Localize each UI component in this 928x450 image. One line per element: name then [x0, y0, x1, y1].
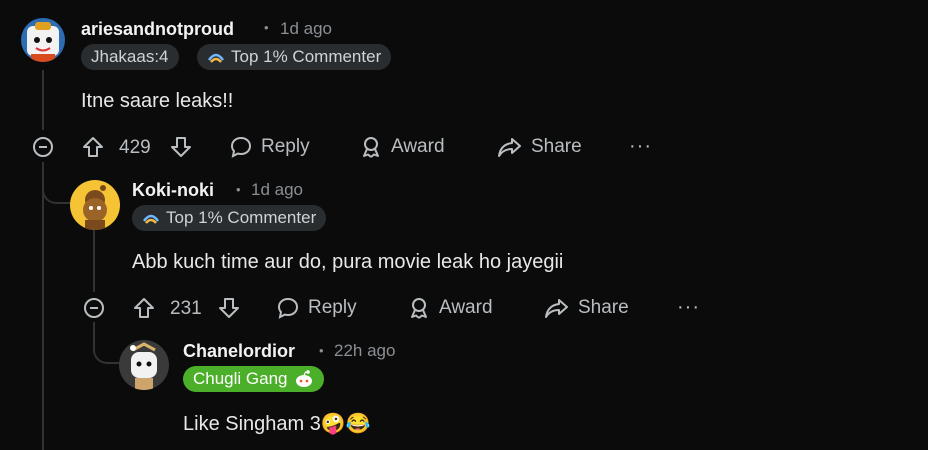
flair-label: Jhakaas:4	[91, 47, 169, 66]
upvote-button[interactable]	[81, 135, 105, 159]
avatar[interactable]	[119, 340, 169, 390]
top-commenter-icon	[142, 209, 160, 227]
avatar[interactable]	[21, 18, 65, 62]
downvote-button[interactable]	[169, 135, 193, 159]
arrow-down-icon	[171, 137, 191, 157]
thread-branch-1	[42, 162, 72, 204]
collapse-minus-icon[interactable]	[33, 137, 53, 157]
comment-timestamp[interactable]: 1d ago	[280, 19, 332, 39]
award-button[interactable]: Award	[407, 296, 493, 320]
arrow-up-icon	[134, 298, 154, 318]
reply-label: Reply	[261, 136, 310, 157]
share-label: Share	[531, 136, 582, 157]
thread-line-1	[42, 70, 44, 130]
thread-branch-2	[93, 322, 121, 364]
flair-label: Top 1% Commenter	[231, 47, 382, 66]
flair-label: Chugli Gang	[193, 369, 288, 388]
award-button[interactable]: Award	[359, 135, 445, 159]
award-ribbon-icon	[411, 298, 427, 319]
collapse-minus-icon[interactable]	[84, 298, 104, 318]
arrow-up-icon	[83, 137, 103, 157]
share-button[interactable]: Share	[497, 135, 582, 159]
vote-count: 429	[119, 137, 151, 158]
comment-timestamp[interactable]: 22h ago	[334, 341, 395, 361]
avatar[interactable]	[70, 180, 120, 230]
thread-line-1b	[42, 162, 44, 450]
comment-timestamp[interactable]: 1d ago	[251, 180, 303, 200]
comment-body: Like Singham 3🤪😂	[183, 413, 371, 435]
share-arrow-icon	[545, 299, 568, 318]
top-commenter-badge: Top 1% Commenter	[197, 44, 392, 70]
share-arrow-icon	[498, 138, 521, 157]
top-commenter-badge: Top 1% Commenter	[132, 205, 327, 231]
more-options-button[interactable]: ···	[629, 135, 652, 158]
vote-count: 231	[170, 298, 202, 319]
speech-bubble-icon	[230, 136, 252, 158]
comment-username[interactable]: Koki-noki	[132, 180, 214, 201]
user-flair: Chugli Gang	[183, 366, 324, 392]
comment-body: Abb kuch time aur do, pura movie leak ho…	[132, 251, 564, 273]
comment-username[interactable]: Chanelordior	[183, 341, 295, 362]
award-label: Award	[391, 136, 445, 157]
separator-dot: •	[236, 182, 241, 197]
share-button[interactable]: Share	[544, 296, 629, 320]
reply-button[interactable]: Reply	[229, 135, 310, 159]
award-ribbon-icon	[363, 137, 379, 158]
arrow-down-icon	[219, 298, 239, 318]
separator-dot: •	[264, 20, 269, 35]
flair-label: Top 1% Commenter	[166, 208, 317, 227]
comment-username[interactable]: ariesandnotproud	[81, 19, 234, 40]
reply-button[interactable]: Reply	[276, 296, 357, 320]
thread-line-2	[93, 228, 95, 292]
comment-body: Itne saare leaks!!	[81, 90, 234, 112]
award-label: Award	[439, 297, 493, 318]
downvote-button[interactable]	[217, 296, 241, 320]
share-label: Share	[578, 297, 629, 318]
separator-dot: •	[319, 343, 324, 358]
snoo-icon	[294, 369, 314, 389]
user-flair: Jhakaas:4	[81, 44, 179, 70]
upvote-button[interactable]	[132, 296, 156, 320]
more-options-button[interactable]: ···	[677, 296, 700, 319]
speech-bubble-icon	[277, 297, 299, 319]
reply-label: Reply	[308, 297, 357, 318]
top-commenter-icon	[207, 48, 225, 66]
